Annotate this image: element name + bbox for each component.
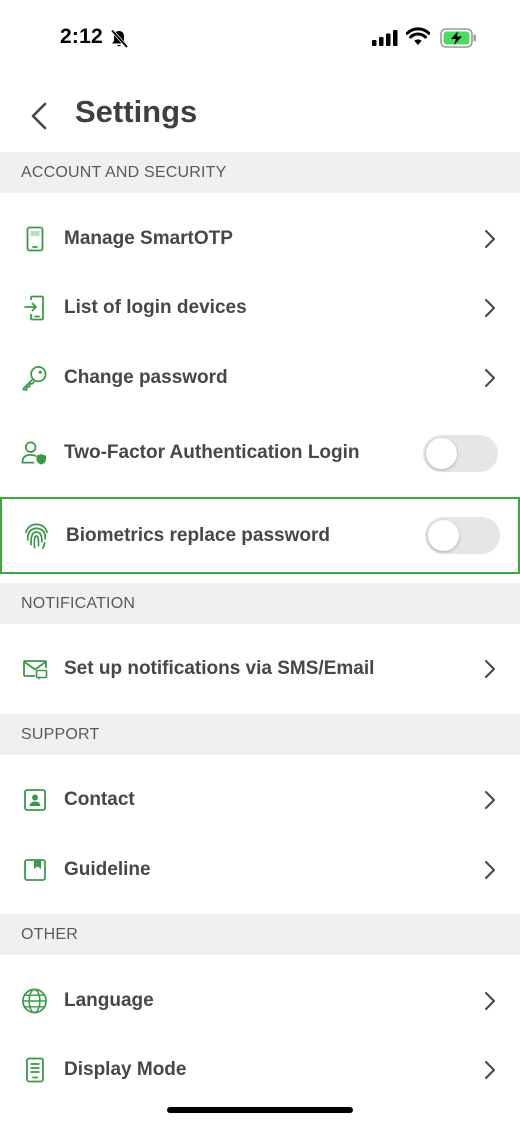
biometrics-toggle[interactable] [425, 517, 500, 554]
display-icon [21, 1057, 48, 1084]
chevron-right-icon [483, 789, 497, 811]
row-label: Contact [64, 789, 135, 810]
fingerprint-icon [23, 522, 50, 549]
row-label: List of login devices [64, 297, 247, 318]
globe-icon [21, 988, 48, 1015]
row-label: Biometrics replace password [66, 524, 330, 546]
row-label: Display Mode [64, 1059, 187, 1080]
toggle-knob [428, 520, 459, 551]
home-indicator [167, 1107, 353, 1113]
device-login-icon [21, 295, 48, 322]
manage-smartotp-row[interactable]: Manage SmartOTP [0, 204, 520, 274]
chevron-right-icon [483, 1059, 497, 1081]
user-shield-icon [21, 440, 48, 467]
change-password-row[interactable]: Change password [0, 343, 520, 413]
status-bar: 2:12 [0, 0, 520, 78]
section-header-other: OTHER [0, 914, 520, 955]
language-row[interactable]: Language [0, 966, 520, 1036]
back-button[interactable] [22, 98, 56, 134]
row-label: Two-Factor Authentication Login [64, 442, 360, 463]
chevron-right-icon [483, 297, 497, 319]
wifi-icon [405, 27, 431, 51]
contact-row[interactable]: Contact [0, 765, 520, 835]
biometrics-row: Biometrics replace password [0, 497, 520, 574]
row-label: Language [64, 990, 154, 1011]
chevron-right-icon [483, 859, 497, 881]
section-header-notification: NOTIFICATION [0, 583, 520, 624]
chevron-left-icon [31, 102, 47, 130]
row-label: Manage SmartOTP [64, 228, 233, 249]
mail-icon [21, 656, 48, 683]
key-icon [21, 365, 48, 392]
toggle-knob [426, 437, 457, 469]
contact-icon [21, 787, 48, 814]
notifications-sms-email-row[interactable]: Set up notifications via SMS/Email [0, 634, 520, 704]
guideline-row[interactable]: Guideline [0, 835, 520, 905]
login-devices-row[interactable]: List of login devices [0, 273, 520, 343]
chevron-right-icon [483, 990, 497, 1012]
section-header-account-security: ACCOUNT AND SECURITY [0, 152, 520, 193]
page-title: Settings [75, 94, 198, 129]
two-factor-auth-row: Two-Factor Authentication Login [0, 418, 520, 488]
chevron-right-icon [483, 367, 497, 389]
chevron-right-icon [483, 228, 497, 250]
two-factor-toggle[interactable] [423, 434, 498, 472]
row-label: Guideline [64, 859, 151, 880]
cellular-signal-icon [372, 30, 398, 51]
bell-off-icon [110, 29, 129, 54]
row-label: Change password [64, 367, 228, 388]
display-mode-row[interactable]: Display Mode [0, 1035, 520, 1105]
battery-charging-icon [440, 28, 477, 53]
chevron-right-icon [483, 658, 497, 680]
row-label: Set up notifications via SMS/Email [64, 658, 375, 679]
nav-header: Settings [0, 80, 520, 152]
phone-icon [21, 226, 48, 253]
section-header-support: SUPPORT [0, 714, 520, 755]
bookmark-icon [21, 857, 48, 884]
status-time: 2:12 [60, 25, 103, 48]
